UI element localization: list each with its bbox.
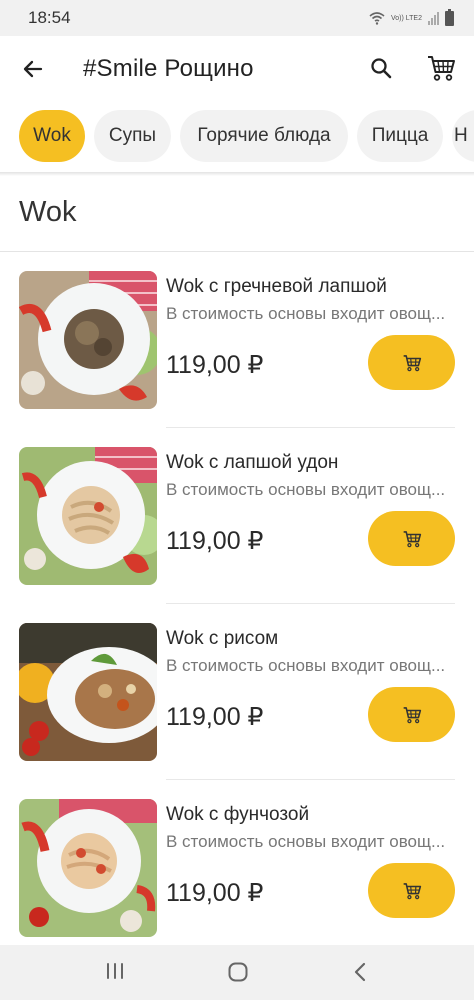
cart-icon[interactable] bbox=[426, 54, 456, 82]
product-image bbox=[19, 623, 157, 761]
section-title: Wok bbox=[19, 196, 77, 228]
system-icons: Vo)) LTE2 bbox=[369, 8, 454, 26]
product-price: 119,00 ₽ bbox=[166, 351, 264, 379]
add-to-cart-button[interactable] bbox=[368, 863, 455, 918]
status-bar: 18:54 Vo)) LTE2 bbox=[0, 0, 474, 36]
product-name: Wok с лапшой удон bbox=[166, 452, 339, 473]
chip-wok[interactable]: Wok bbox=[19, 110, 85, 162]
search-icon[interactable] bbox=[369, 56, 393, 80]
product-description: В стоимость основы входит овощ... bbox=[166, 832, 446, 851]
product-name: Wok с рисом bbox=[166, 628, 279, 649]
product-image bbox=[19, 271, 157, 409]
product-name: Wok с фунчозой bbox=[166, 804, 310, 825]
wifi-icon bbox=[369, 11, 385, 25]
cart-icon bbox=[403, 882, 421, 899]
chip-hot-dishes[interactable]: Горячие блюда bbox=[180, 110, 348, 162]
battery-icon bbox=[445, 8, 454, 26]
chip-soups[interactable]: Супы bbox=[94, 110, 171, 162]
chips-divider bbox=[0, 172, 474, 176]
chip-pizza[interactable]: Пицца bbox=[357, 110, 443, 162]
cart-icon bbox=[403, 354, 421, 371]
page-title: #Smile Рощино bbox=[83, 55, 254, 82]
product-price: 119,00 ₽ bbox=[166, 703, 264, 731]
back-icon[interactable] bbox=[352, 961, 368, 983]
app-bar: #Smile Рощино bbox=[0, 36, 474, 102]
product-description: В стоимость основы входит овощ... bbox=[166, 304, 446, 323]
back-arrow-icon[interactable] bbox=[21, 57, 45, 81]
product-price: 119,00 ₽ bbox=[166, 527, 264, 555]
menu-icon[interactable] bbox=[106, 961, 124, 981]
product-image bbox=[19, 799, 157, 937]
product-name: Wok с гречневой лапшой bbox=[166, 276, 387, 297]
network-label: Vo)) LTE2 bbox=[391, 14, 422, 22]
category-chips: Wok Супы Горячие блюда Пицца Н bbox=[0, 110, 474, 164]
product-description: В стоимость основы входит овощ... bbox=[166, 480, 446, 499]
product-card[interactable]: Wok с рисом В стоимость основы входит ов… bbox=[0, 604, 474, 780]
product-card[interactable]: Wok с гречневой лапшой В стоимость основ… bbox=[0, 252, 474, 428]
product-card[interactable]: Wok с фунчозой В стоимость основы входит… bbox=[0, 780, 474, 956]
product-image bbox=[19, 447, 157, 585]
chip-more[interactable]: Н bbox=[452, 110, 474, 162]
add-to-cart-button[interactable] bbox=[368, 687, 455, 742]
add-to-cart-button[interactable] bbox=[368, 335, 455, 390]
home-icon[interactable] bbox=[227, 961, 249, 983]
product-description: В стоимость основы входит овощ... bbox=[166, 656, 446, 675]
cart-icon bbox=[403, 706, 421, 723]
system-nav-bar bbox=[0, 945, 474, 1000]
add-to-cart-button[interactable] bbox=[368, 511, 455, 566]
cart-icon bbox=[403, 530, 421, 547]
signal-icon bbox=[428, 11, 439, 25]
product-card[interactable]: Wok с лапшой удон В стоимость основы вхо… bbox=[0, 428, 474, 604]
product-price: 119,00 ₽ bbox=[166, 879, 264, 907]
status-time: 18:54 bbox=[28, 8, 71, 27]
